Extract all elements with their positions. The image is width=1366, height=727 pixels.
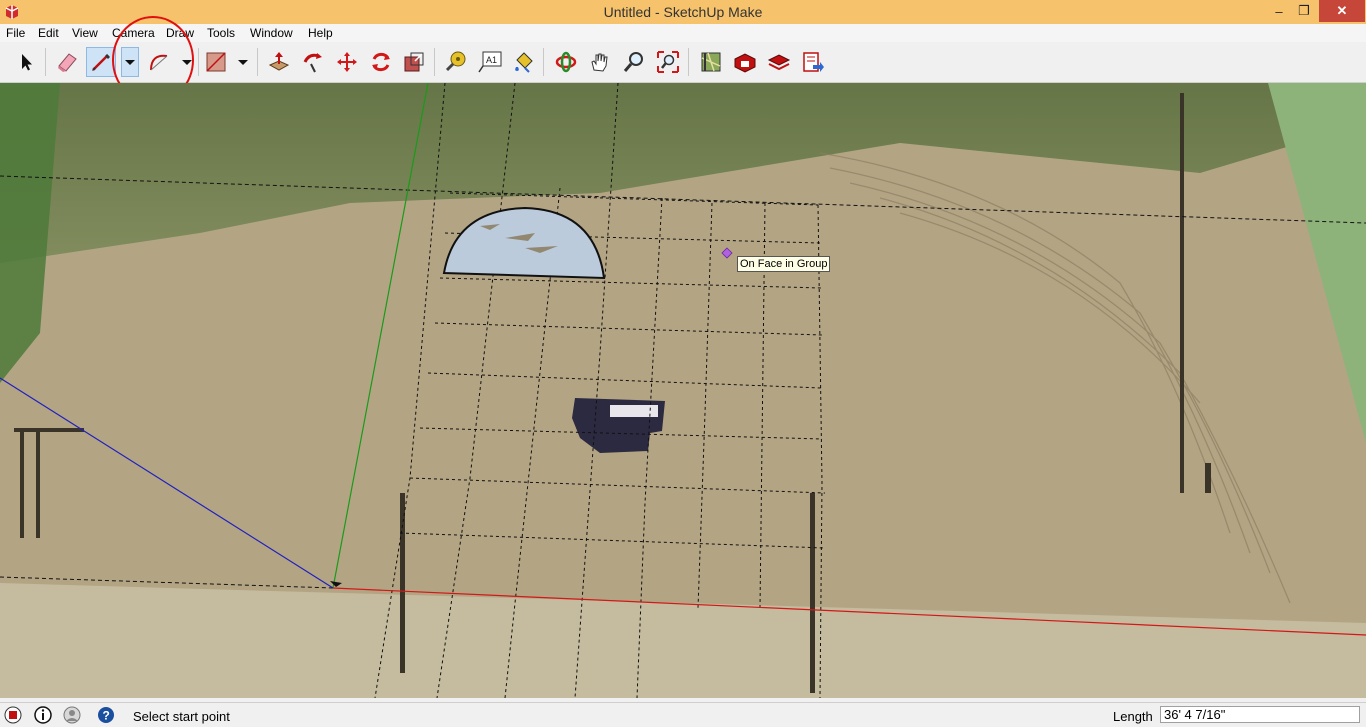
send-to-layout-button[interactable] — [798, 47, 828, 77]
zoom-extents-icon — [657, 51, 679, 73]
text-tool-button[interactable]: A1 — [475, 47, 505, 77]
menu-edit[interactable]: Edit — [38, 26, 59, 40]
menu-window[interactable]: Window — [250, 26, 293, 40]
paint-bucket-tool-button[interactable] — [509, 47, 539, 77]
length-input[interactable] — [1160, 706, 1360, 723]
status-bar: ? Select start point Length — [0, 702, 1366, 727]
orbit-tool-button[interactable] — [551, 47, 581, 77]
line-tool-button[interactable] — [86, 47, 116, 77]
rotate-icon — [372, 52, 390, 72]
line-tool-dropdown[interactable] — [121, 47, 139, 77]
push-pull-tool-button[interactable] — [264, 47, 294, 77]
menu-file[interactable]: File — [6, 26, 25, 40]
inference-tooltip: On Face in Group — [737, 256, 831, 272]
eraser-icon — [58, 53, 77, 72]
close-button[interactable]: ✕ — [1319, 0, 1365, 22]
tape-measure-tool-button[interactable] — [441, 47, 471, 77]
arc-tool-dropdown[interactable] — [178, 47, 196, 77]
geo-location-status-icon[interactable] — [4, 706, 22, 724]
scale-tool-button[interactable] — [399, 47, 429, 77]
menu-bar: File Edit View Camera Draw Tools Window … — [0, 24, 1366, 42]
3d-viewport[interactable]: On Face in Group — [0, 83, 1366, 698]
pan-tool-button[interactable] — [585, 47, 615, 77]
chevron-down-icon — [238, 60, 248, 65]
rectangle-tool-button[interactable] — [201, 47, 231, 77]
paint-bucket-icon — [515, 52, 533, 73]
toolbar-separator — [543, 48, 544, 76]
rectangle-icon — [206, 52, 226, 72]
help-instructor-icon[interactable]: ? — [97, 706, 115, 724]
viewport-canvas[interactable] — [0, 83, 1366, 698]
svg-text:?: ? — [103, 709, 110, 723]
menu-camera[interactable]: Camera — [112, 26, 155, 40]
toolbar-separator — [198, 48, 199, 76]
text-tool-label: A1 — [486, 55, 497, 65]
send-to-layout-icon — [803, 52, 824, 72]
restore-button[interactable]: ❐ — [1289, 0, 1319, 22]
zoom-tool-button[interactable] — [619, 47, 649, 77]
orbit-icon — [555, 51, 577, 73]
menu-tools[interactable]: Tools — [207, 26, 235, 40]
text-icon: A1 — [478, 51, 502, 73]
eraser-tool-button[interactable] — [52, 47, 82, 77]
extension-warehouse-button[interactable] — [764, 47, 794, 77]
extension-warehouse-icon — [767, 54, 791, 71]
move-icon — [337, 52, 357, 72]
menu-view[interactable]: View — [72, 26, 98, 40]
pan-icon — [591, 53, 608, 72]
toolbar-separator — [257, 48, 258, 76]
select-tool-button[interactable] — [11, 47, 41, 77]
zoom-extents-tool-button[interactable] — [653, 47, 683, 77]
follow-me-icon — [303, 53, 322, 73]
toolbar-separator — [45, 48, 46, 76]
select-arrow-icon — [22, 54, 32, 71]
toolbar: A1 — [0, 42, 1366, 83]
add-location-icon — [701, 52, 721, 72]
rotate-tool-button[interactable] — [366, 47, 396, 77]
user-account-icon[interactable] — [63, 706, 81, 724]
toolbar-separator — [688, 48, 689, 76]
add-location-button[interactable] — [696, 47, 726, 77]
menu-draw[interactable]: Draw — [166, 26, 194, 40]
3d-warehouse-button[interactable] — [730, 47, 760, 77]
pencil-line-icon — [92, 54, 110, 71]
arc-icon — [150, 54, 168, 71]
chevron-down-icon — [182, 60, 192, 65]
credits-info-icon[interactable] — [34, 706, 52, 724]
title-bar: Untitled - SketchUp Make – ❐ ✕ — [0, 0, 1366, 24]
window-title: Untitled - SketchUp Make — [603, 4, 763, 20]
length-label: Length — [1113, 709, 1153, 724]
zoom-icon — [623, 52, 643, 72]
rectangle-tool-dropdown[interactable] — [234, 47, 252, 77]
follow-me-tool-button[interactable] — [298, 47, 328, 77]
scale-icon — [404, 52, 424, 72]
arc-tool-button[interactable] — [144, 47, 174, 77]
menu-help[interactable]: Help — [308, 26, 333, 40]
warehouse-icon — [734, 53, 756, 73]
move-tool-button[interactable] — [332, 47, 362, 77]
toolbar-separator — [434, 48, 435, 76]
status-message: Select start point — [133, 709, 230, 724]
tape-measure-icon — [445, 51, 466, 72]
push-pull-icon — [268, 52, 290, 71]
chevron-down-icon — [125, 60, 135, 65]
